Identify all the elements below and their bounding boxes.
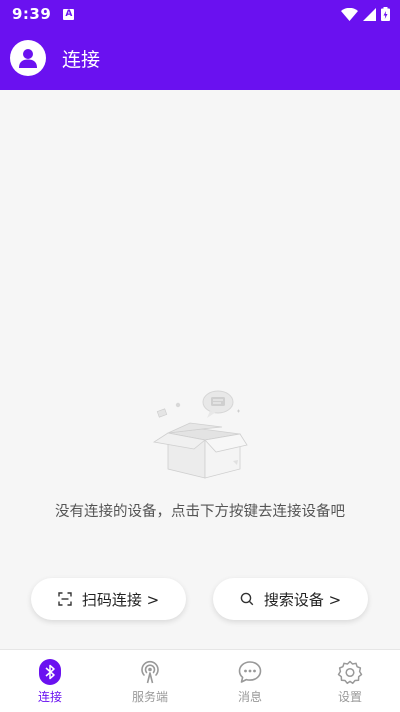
scan-connect-button[interactable]: 扫码连接 > (31, 578, 186, 620)
search-device-label: 搜索设备 > (263, 590, 342, 609)
bluetooth-icon (39, 659, 61, 685)
page-title: 连接 (62, 48, 101, 71)
nav-label-settings: 设置 (337, 690, 362, 704)
nav-label-connect: 连接 (37, 690, 62, 704)
scan-icon (58, 592, 72, 606)
user-icon (19, 49, 37, 68)
app-bar: 连接 (0, 38, 400, 78)
gear-icon (337, 660, 363, 685)
bottom-navigation: 连接 服务端 消息 设置 (0, 649, 400, 712)
search-device-button[interactable]: 搜索设备 > (213, 578, 368, 620)
signal-icon (363, 7, 376, 21)
nav-item-settings[interactable]: 设置 (300, 650, 400, 712)
nav-label-server: 服务端 (131, 690, 168, 704)
chat-icon (238, 661, 262, 683)
nav-item-server[interactable]: 服务端 (100, 650, 200, 712)
app-header: 9:39 A 连接 (0, 0, 400, 90)
wifi-icon (341, 7, 358, 21)
avatar[interactable] (10, 40, 46, 76)
search-icon (240, 592, 254, 606)
scan-connect-label: 扫码连接 > (81, 590, 160, 609)
nav-item-messages[interactable]: 消息 (200, 650, 300, 712)
empty-state-message: 没有连接的设备，点击下方按键去连接设备吧 (55, 504, 345, 520)
empty-box-illustration (152, 390, 248, 479)
nav-label-messages: 消息 (237, 690, 262, 704)
battery-icon (381, 7, 390, 21)
status-bar: 9:39 A (0, 0, 400, 28)
nav-item-connect[interactable]: 连接 (0, 650, 100, 712)
notification-icon: A (63, 8, 75, 20)
broadcast-icon (141, 660, 159, 684)
status-time: 9:39 (12, 5, 52, 23)
